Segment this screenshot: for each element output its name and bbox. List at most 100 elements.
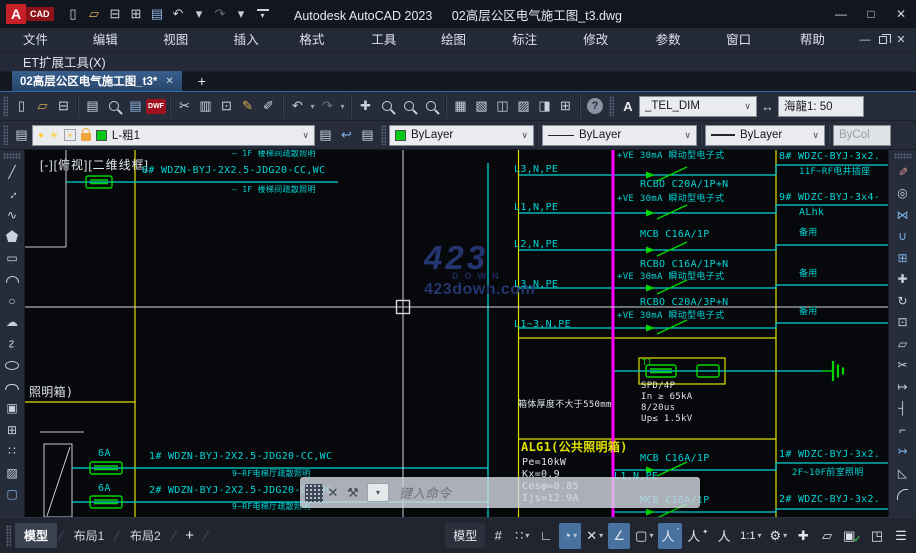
arc-icon[interactable]: [2, 269, 22, 291]
close-icon[interactable]: ✕: [886, 1, 916, 27]
text-style-icon[interactable]: A: [617, 94, 639, 118]
polygon-icon[interactable]: [2, 226, 22, 248]
visual-styles-icon[interactable]: ◫: [492, 94, 513, 118]
color-select[interactable]: ByLayer ∨: [389, 124, 534, 146]
point-icon[interactable]: ∷: [2, 441, 22, 463]
plot-style-select[interactable]: ByCol: [833, 124, 891, 146]
tray-plus-icon[interactable]: ✚: [792, 523, 814, 549]
recent-commands-icon[interactable]: ▾: [367, 483, 389, 502]
osnap-icon[interactable]: ▢ ▾: [632, 523, 656, 549]
named-views-icon[interactable]: ▦: [450, 94, 471, 118]
toolbar-grip[interactable]: [609, 96, 614, 116]
clean-screen-icon[interactable]: ◳: [866, 523, 888, 549]
paste-icon[interactable]: ⊡: [216, 94, 237, 118]
qplot-icon[interactable]: ▤: [148, 5, 167, 24]
layer-translate-icon[interactable]: ◨: [534, 94, 555, 118]
layout-tab-1[interactable]: 布局1: [65, 523, 114, 548]
menu-item-1[interactable]: 编辑(E): [78, 28, 148, 71]
menu-item-8[interactable]: 修改(M): [568, 28, 640, 71]
zoom-realtime-icon[interactable]: [382, 101, 392, 111]
toolbar-grip[interactable]: [3, 125, 8, 145]
break-icon[interactable]: ⌐: [893, 419, 913, 441]
undo-chevron-icon[interactable]: ▾: [190, 5, 209, 24]
scale-style-select[interactable]: 海龍1: 50: [778, 95, 864, 117]
ellipse-arc-icon[interactable]: [2, 376, 22, 398]
open-icon[interactable]: ▱: [32, 94, 53, 118]
match-cell-icon[interactable]: ✐: [258, 94, 279, 118]
model-space-toggle[interactable]: 模型: [445, 523, 486, 548]
doc-close-icon[interactable]: ✕: [892, 31, 910, 49]
insert-block-icon[interactable]: ▣: [2, 398, 22, 420]
menu-item-0[interactable]: 文件(F): [8, 28, 78, 71]
annotation-visibility-icon[interactable]: 人 °: [658, 522, 683, 549]
layer-previous-icon[interactable]: ↩: [336, 123, 357, 147]
doc-minimize-icon[interactable]: —: [856, 31, 874, 49]
layer-vp-freeze-icon[interactable]: ☀: [63, 129, 76, 141]
layer-on-icon[interactable]: ●: [38, 130, 44, 141]
plot-icon[interactable]: ▤: [125, 94, 146, 118]
revision-cloud-icon[interactable]: ☁: [2, 312, 22, 334]
command-close-icon[interactable]: ✕: [323, 483, 343, 503]
osnap-tracking-icon[interactable]: ∠: [608, 522, 631, 549]
menu-item-5[interactable]: 工具(T): [356, 28, 426, 71]
qsaveas-icon[interactable]: ⊞: [127, 5, 146, 24]
lineweight-select[interactable]: ByLayer ∨: [705, 124, 825, 146]
trim-icon[interactable]: ✂: [893, 355, 913, 377]
rectangle-icon[interactable]: ▭: [2, 247, 22, 269]
join-icon[interactable]: ↣: [893, 441, 913, 463]
menu-item-4[interactable]: 格式(O): [284, 28, 356, 71]
make-current-layer-icon[interactable]: ▤: [315, 123, 336, 147]
menu-item-2[interactable]: 视图(V): [148, 28, 218, 71]
layer-thaw-icon[interactable]: ☀: [49, 129, 59, 142]
viewport-controls[interactable]: [-][俯视][二维线框]: [40, 156, 149, 173]
qundo-icon[interactable]: ↶: [169, 5, 188, 24]
undo-chevron-icon[interactable]: ▾: [308, 94, 317, 118]
stretch-icon[interactable]: ▱: [893, 333, 913, 355]
doc-restore-icon[interactable]: [874, 31, 892, 49]
statusbar-grip[interactable]: [6, 524, 11, 547]
layer-unlock-icon[interactable]: [80, 128, 91, 141]
save-icon[interactable]: ⊟: [53, 94, 74, 118]
command-customize-icon[interactable]: ⚒: [343, 483, 363, 503]
pan-icon[interactable]: ✚: [355, 94, 376, 118]
offset-icon[interactable]: ∪: [893, 226, 913, 248]
menu-item-11[interactable]: 帮助(H): [785, 28, 856, 71]
ellipse-icon[interactable]: [2, 355, 22, 377]
rotate-icon[interactable]: ↻: [893, 290, 913, 312]
workspace-gear-icon[interactable]: ⚙ ▾: [766, 523, 790, 549]
layer-select[interactable]: ● ☀ ☀ L-粗1 ∨: [32, 124, 315, 146]
layout-tab-0[interactable]: 模型: [15, 523, 58, 548]
help-icon[interactable]: ?: [587, 98, 603, 114]
scale-icon[interactable]: ⊡: [893, 312, 913, 334]
active-document-tab[interactable]: 02高层公区电气施工图_t3* ✕: [12, 71, 182, 91]
menu-item-et-tools[interactable]: ET扩展工具(X): [23, 52, 106, 71]
linetype-select[interactable]: ByLayer ∨: [542, 124, 697, 146]
customization-menu-icon[interactable]: ☰: [890, 523, 912, 549]
layout-tab-2[interactable]: 布局2: [121, 523, 170, 548]
chamfer-icon[interactable]: ◺: [893, 462, 913, 484]
circle-icon[interactable]: ○: [2, 290, 22, 312]
mirror-icon[interactable]: ⋈: [893, 204, 913, 226]
maximize-icon[interactable]: □: [856, 1, 886, 27]
qnew-icon[interactable]: ▯: [64, 5, 83, 24]
tab-close-icon[interactable]: ✕: [165, 76, 173, 87]
cut-icon[interactable]: ✂: [174, 94, 195, 118]
redo-chevron-icon[interactable]: ▾: [232, 5, 251, 24]
sheet-set-icon[interactable]: ▨: [513, 94, 534, 118]
isodraft-icon[interactable]: ✕ ▾: [583, 523, 606, 549]
qa-more-icon[interactable]: ▾: [256, 9, 269, 20]
extend-icon[interactable]: ↦: [893, 376, 913, 398]
toolbar-grip[interactable]: [381, 125, 386, 145]
menu-item-7[interactable]: 标注(N): [497, 28, 568, 71]
zoom-previous-icon[interactable]: [426, 101, 436, 111]
copy-clip-icon[interactable]: ▥: [195, 94, 216, 118]
qredo-icon[interactable]: ↷: [211, 5, 230, 24]
redo-chevron-icon[interactable]: ▾: [338, 94, 347, 118]
boundary-icon[interactable]: ▢: [2, 484, 22, 506]
layer-properties-icon[interactable]: ▤: [11, 123, 32, 147]
graphics-performance-icon[interactable]: ▣ ✓: [840, 523, 864, 549]
command-line[interactable]: ✕ ⚒ ▾ 键入命令: [300, 477, 700, 508]
toolbar-grip[interactable]: [3, 96, 8, 116]
annotation-scale-icon[interactable]: 人: [713, 523, 735, 549]
print-icon[interactable]: ▤: [82, 94, 103, 118]
